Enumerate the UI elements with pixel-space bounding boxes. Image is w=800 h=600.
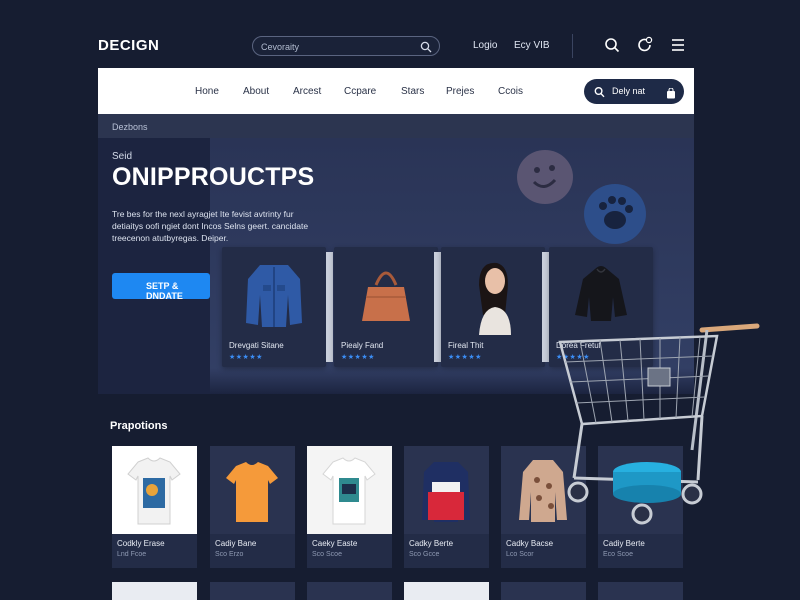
promotions-title: Prapotions (110, 420, 168, 432)
product-card[interactable]: Cadiy Bane Sco Erzo (210, 446, 295, 568)
search-icon[interactable] (604, 36, 620, 59)
product-card[interactable]: Caeky Easte Sco Scoe (307, 446, 392, 568)
shop-now-label: SETP & DNDATE (146, 281, 183, 301)
product-card[interactable] (307, 582, 392, 600)
refresh-icon[interactable] (637, 36, 654, 59)
hero-eyebrow: Seid (112, 151, 133, 162)
product-card[interactable] (598, 582, 683, 600)
product-name: Cadiy Berte (603, 539, 645, 548)
rating-stars: ★★★★★ (341, 354, 375, 361)
featured-name: Drevgati Sitane (229, 341, 284, 350)
product-name: Cadiy Bane (215, 539, 257, 548)
graphic-tee-image (112, 446, 197, 534)
top-bar: DECIGN Logio Ecy VIB (0, 0, 800, 68)
deals-button[interactable]: Dely nat (584, 79, 684, 104)
product-card[interactable] (210, 582, 295, 600)
product-price: Eco Scoe (603, 551, 633, 558)
search-input[interactable] (261, 39, 411, 54)
divider (326, 252, 333, 362)
brand-logo[interactable]: DECIGN (98, 37, 159, 54)
product-price: Lnd Fcoe (117, 551, 147, 558)
shop-now-button[interactable]: SETP & DNDATE (112, 273, 210, 301)
divider (434, 252, 441, 362)
product-price: Sco Erzo (215, 551, 244, 558)
product-image (307, 582, 392, 600)
account-link[interactable]: Ecy VIB (514, 40, 550, 51)
product-price: Sco Gcce (409, 551, 440, 558)
breadcrumb-bar: Dezbons (98, 114, 694, 138)
search-icon[interactable] (420, 40, 432, 58)
menu-icon[interactable] (671, 36, 685, 59)
nav-item-home[interactable]: Hone (195, 86, 219, 97)
product-card[interactable]: Cadky Berte Sco Gcce (404, 446, 489, 568)
shopping-cart-illustration (552, 320, 767, 535)
product-price: Lco Scor (506, 551, 534, 558)
hero-description: Tre bes for the nexl ayragjet Ite fevist… (112, 209, 309, 243)
nav-item-arcest[interactable]: Arcest (293, 86, 321, 97)
smiley-face-icon (517, 150, 573, 204)
product-name: Cadky Bacse (506, 539, 554, 548)
main-nav: Hone About Arcest Ccpare Stars Prejes Cc… (98, 68, 694, 114)
product-card[interactable] (112, 582, 197, 600)
nav-item-prejes[interactable]: Prejes (446, 86, 474, 97)
product-card[interactable]: Codkly Erase Lnd Fcoe (112, 446, 197, 568)
nav-item-ccois[interactable]: Ccois (498, 86, 523, 97)
hero-title: ONIPPROUCTPS (112, 163, 315, 191)
nav-item-compare[interactable]: Ccpare (344, 86, 376, 97)
search-box[interactable] (252, 36, 440, 56)
product-name: Caeky Easte (312, 539, 358, 548)
model-portrait-image (449, 255, 537, 335)
product-image (598, 582, 683, 600)
search-icon (594, 85, 605, 103)
nav-item-stars[interactable]: Stars (401, 86, 424, 97)
print-tee-image (307, 446, 392, 534)
featured-card[interactable]: Piealy Fand ★★★★★ (334, 247, 438, 367)
denim-jacket-image (230, 255, 318, 335)
featured-name: Fireal Thit (448, 341, 484, 350)
product-image (501, 582, 586, 600)
product-image (404, 582, 489, 600)
bag-icon (666, 86, 676, 104)
login-link[interactable]: Logio (473, 40, 497, 51)
paw-print-icon (584, 184, 646, 244)
product-image (210, 582, 295, 600)
divider (572, 34, 573, 58)
product-card[interactable] (404, 582, 489, 600)
handbag-image (342, 255, 430, 335)
divider (542, 252, 549, 362)
featured-card[interactable]: Drevgati Sitane ★★★★★ (222, 247, 326, 367)
product-price: Sco Scoe (312, 551, 342, 558)
colorblock-jacket-image (404, 446, 489, 534)
rating-stars: ★★★★★ (229, 354, 263, 361)
product-image (112, 582, 197, 600)
product-name: Cadky Berte (409, 539, 454, 548)
featured-name: Piealy Fand (341, 341, 384, 350)
featured-card[interactable]: Fireal Thit ★★★★★ (441, 247, 545, 367)
rating-stars: ★★★★★ (448, 354, 482, 361)
product-name: Codkly Erase (117, 539, 165, 548)
nav-item-about[interactable]: About (243, 86, 269, 97)
product-card[interactable] (501, 582, 586, 600)
orange-tee-image (210, 446, 295, 534)
deals-button-label: Dely nat (612, 86, 646, 96)
breadcrumb[interactable]: Dezbons (112, 122, 148, 132)
